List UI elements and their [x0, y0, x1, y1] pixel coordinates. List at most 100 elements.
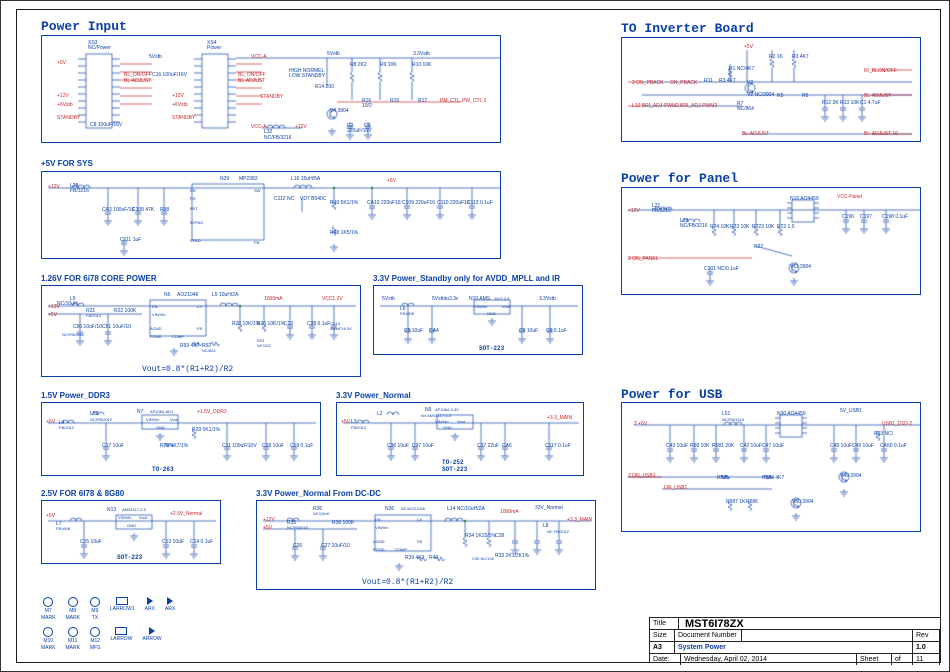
legend-row2: M10MARK M11MARK M12MFS LARROW ARROW — [41, 627, 162, 651]
val-nc102: NC/102 — [257, 343, 271, 348]
val-nc3904: V2 NC/3904 — [747, 92, 774, 98]
val-c9: C9 10uF — [519, 328, 538, 334]
val-r23b: R23 10K — [730, 224, 749, 230]
val-ap108433: AP1084-3.3V — [435, 407, 459, 412]
net-12v-c: +12V — [295, 124, 307, 130]
pin-vin-n: VIN/Vin — [435, 419, 449, 424]
val-ca10: CA10 220uF16 — [367, 200, 401, 206]
formula-core: Vout=0.8*(R1+R2)/R2 — [142, 365, 233, 374]
val-c198: C198 0.1uF — [882, 214, 908, 220]
net-vcca: VCC-A — [251, 54, 267, 60]
val-c42: C42 10uF — [740, 443, 762, 449]
net-bladjust-b: BL-ADJUST — [742, 131, 769, 137]
val-c51: C51 10uF/10 — [102, 324, 131, 330]
val-r28: R28 4K7/1% — [160, 443, 188, 449]
block-power-input: XS3 NC/Power XS4 Power +5V +12V +6Vstb S… — [41, 35, 501, 143]
val-r3: R3 4K7 — [792, 54, 809, 60]
val-n30: N30 AO4459 — [777, 411, 806, 417]
val-c28: C28 — [495, 533, 504, 539]
val-c27: C27 10uF/10 — [321, 543, 350, 549]
val-n7: N7 — [137, 409, 143, 415]
val-ca50: CA50 0.1uF — [880, 443, 907, 449]
val-c19: C19 0.1uF — [290, 443, 313, 449]
val-c111: C111 1uF — [120, 237, 141, 243]
pin-comp-dc: COMP — [395, 547, 407, 552]
val-c15: C15 10uF — [80, 539, 102, 545]
val-part: MP2382 — [239, 176, 258, 182]
net-p5v-inv: +5V — [744, 44, 753, 50]
pkg-sot223-25: SOT-223 — [117, 554, 142, 561]
val-n13: N13 — [107, 507, 116, 513]
val-ncfb2012d: NC/FB/2012 — [90, 417, 112, 422]
net-onusb: 2 ON_USB1 — [628, 473, 656, 479]
val-r24b: R24 10K — [710, 224, 729, 230]
pin-gnd-25: GND — [127, 523, 136, 528]
val-ncfb3216u: NC/FB/3216 — [722, 417, 744, 422]
title-inverter: TO Inverter Board — [621, 21, 754, 36]
net-25norm: +2.5V_Normal — [170, 511, 202, 517]
block-core: +12V +5V L9 NC/10uH R21 FB/2012 R22 100K… — [41, 285, 361, 377]
val-fb1608: FB1608 — [400, 311, 414, 316]
val-r34: R34 1K15/1% — [465, 533, 496, 539]
schematic-page: Power Input XS3 NC/Power XS4 Power +5V +… — [0, 0, 950, 672]
val-r93: R93 4K7 — [180, 343, 199, 349]
block-power-panel: +12V L21 FB/3216 L22 NC/FB/3216 N16 AO44… — [621, 187, 921, 295]
tb-sheet-of: of — [892, 654, 913, 665]
pin-epad: EPAD — [190, 238, 201, 243]
val-l2: L2 — [377, 411, 383, 417]
pin-pgnd: PGND — [150, 334, 162, 339]
val-ca4: CA4 — [429, 328, 439, 334]
val-l5: L5 10uH/2A — [212, 292, 238, 298]
schematic-canvas — [622, 403, 921, 532]
val-v11: V11 3904 — [790, 264, 811, 270]
title-block: Title MST6I78ZX Size Document Number Rev… — [649, 617, 941, 663]
val-c37: C37 22uF — [477, 443, 499, 449]
title-33standby: 3.3V Power_Standby only for AVDD_MPLL an… — [373, 274, 560, 283]
val-ca3: CA3 100uF/16 — [102, 207, 134, 213]
pin-en2: EN — [152, 304, 158, 309]
val-r587: R587 1K — [726, 499, 745, 505]
val-r15: R15 — [390, 98, 399, 104]
net-pwctl: PW_CTL 2 — [462, 98, 486, 104]
val-fb2012d: FB/2012 — [59, 425, 74, 430]
block-33standby: 5Vstb 5Vstbto3.3v L6 FB1608 N10 AMS 1117… — [373, 285, 583, 355]
pin-vout-25: Vout — [139, 515, 147, 520]
net-1000ma: 1000mA — [264, 296, 283, 302]
net-5vusb: 5V_USB1 — [840, 408, 862, 414]
val-n10: N10 AMS — [469, 296, 490, 302]
net-5vstb33: 5Vstbto3.3v — [432, 296, 458, 302]
net-vccpanel: VCC-Panel — [837, 194, 862, 200]
net-5vstb: 5Vstb — [327, 51, 340, 57]
net-onpback2: ON_PBACK — [670, 80, 697, 86]
pin-vin-s: VIN/Vin — [474, 304, 488, 309]
pin-vout-d: Vout — [170, 417, 178, 422]
pin-lx-dc: LX — [417, 517, 422, 522]
val-c97: C97 10uF — [412, 443, 434, 449]
val-c5: C5 10uF — [404, 328, 423, 334]
val-r102: 10/2 — [362, 103, 372, 109]
val-c112: C112 NC — [274, 196, 294, 202]
tb-rev: 1.0 — [913, 642, 940, 653]
val-r27: R27 — [754, 244, 763, 250]
pin-pgnd-dc: PGND — [373, 547, 385, 552]
val-r22b: R22 1.0 — [777, 224, 795, 230]
val-r223: R223 10K — [752, 224, 774, 230]
net-standby-c: STANDBY — [260, 94, 283, 100]
legend-m11: M11MARK — [65, 627, 79, 651]
net-5vstb-a: 5Vstb — [149, 54, 162, 60]
title-33dcdc: 3.3V Power_Normal From DC-DC — [256, 489, 381, 498]
net-bladjust-inv: BL-ADJUST — [864, 93, 891, 99]
net-pmctl: PM_CTL — [440, 98, 460, 104]
net-6vstb-b: +6Vstb — [172, 102, 188, 108]
val-c18: C18 10uF — [262, 443, 284, 449]
val-c13: C13 10uF — [162, 539, 184, 545]
tb-rev-label: Rev — [913, 630, 940, 641]
val-ncfb2012b: NC FB/2012 — [547, 529, 569, 534]
val-r6: R6 — [802, 93, 808, 99]
val-r98: R98 — [160, 207, 169, 213]
val-c23: C23 — [284, 321, 293, 327]
val-r33: R33 2K1/2K1% — [495, 553, 529, 559]
val-ca13: CA13 330uF16.3V — [330, 321, 360, 331]
net-5v-dc: +5V — [263, 525, 272, 531]
pin-en: EN — [190, 188, 196, 193]
